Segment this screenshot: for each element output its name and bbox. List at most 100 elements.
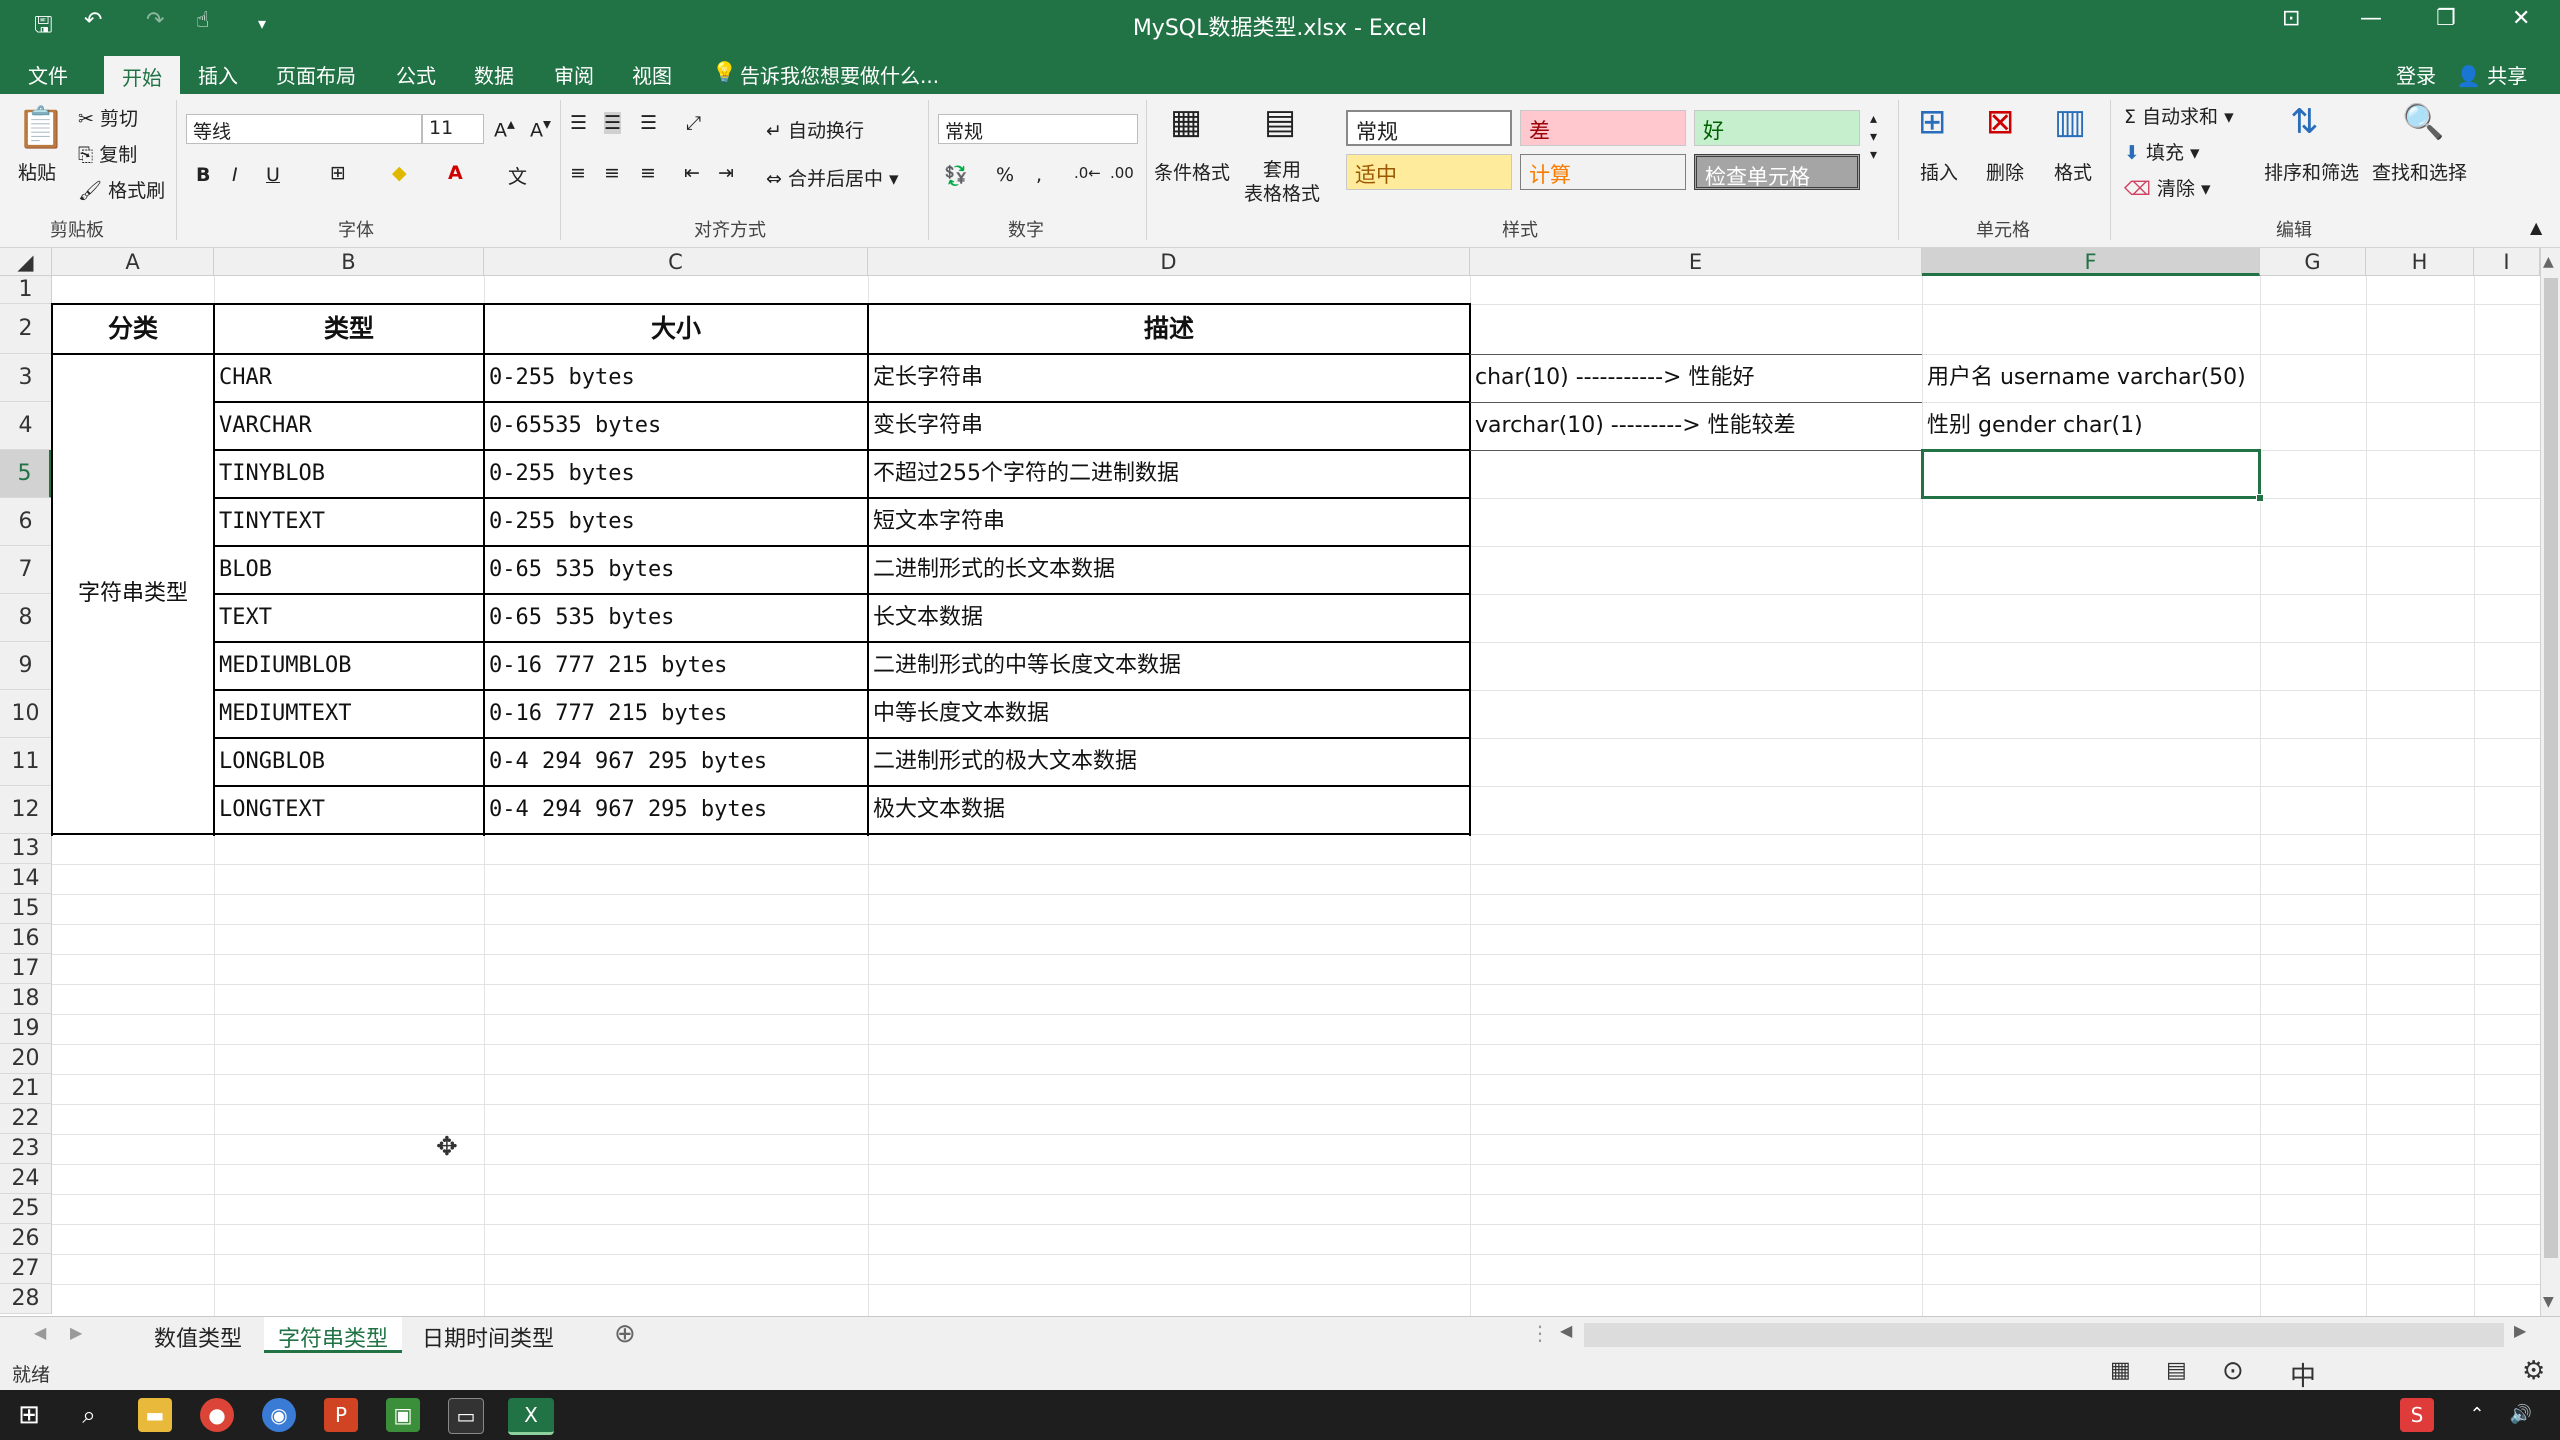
format-painter-button[interactable]: 🖌 格式刷 — [78, 176, 165, 203]
cell-type[interactable]: TINYTEXT — [214, 498, 484, 546]
cell-note-f4[interactable]: 性别 gender char(1) — [1922, 402, 2260, 450]
tell-me-input[interactable]: 告诉我您想要做什么... — [740, 60, 939, 89]
align-top-icon[interactable]: ☰ — [570, 112, 587, 134]
comma-icon[interactable]: , — [1036, 164, 1042, 186]
row-header[interactable]: 17 — [0, 954, 52, 984]
row-header[interactable]: 12 — [0, 786, 52, 834]
increase-decimal-icon[interactable]: .0← — [1074, 164, 1101, 182]
add-sheet-icon[interactable]: ⊕ — [614, 1319, 636, 1349]
chrome-icon[interactable]: ● — [200, 1398, 234, 1432]
align-middle-icon[interactable]: ☰ — [604, 112, 622, 134]
excel-taskbar-icon[interactable]: X — [508, 1398, 554, 1435]
cell-note-e3[interactable]: char(10) -----------> 性能好 — [1470, 354, 1922, 402]
styles-scroll-icon[interactable]: ▴ ▾ ▾ — [1870, 110, 1877, 164]
cell-type[interactable]: LONGBLOB — [214, 738, 484, 786]
cell-description[interactable]: 二进制形式的中等长度文本数据 — [868, 642, 1470, 690]
tab-home[interactable]: 开始 — [104, 56, 180, 94]
horizontal-scrollbar[interactable] — [1584, 1323, 2504, 1347]
find-select-icon[interactable]: 🔍 — [2402, 102, 2444, 142]
cell-note-e4[interactable]: varchar(10) ---------> 性能较差 — [1470, 402, 1922, 450]
font-name-select[interactable]: 等线 — [186, 114, 422, 144]
cell-description[interactable]: 二进制形式的极大文本数据 — [868, 738, 1470, 786]
row-header[interactable]: 11 — [0, 738, 52, 786]
currency-icon[interactable]: 💱 — [944, 164, 968, 187]
fill-handle[interactable] — [2256, 494, 2264, 502]
tab-formulas[interactable]: 公式 — [396, 60, 436, 89]
restore-icon[interactable]: ❐ — [2436, 6, 2456, 31]
next-sheet-icon[interactable]: ▶ — [70, 1323, 82, 1342]
cell-description[interactable]: 定长字符串 — [868, 354, 1470, 402]
insert-cells-icon[interactable]: ⊞ — [1918, 102, 1947, 142]
cell-type[interactable]: TINYBLOB — [214, 450, 484, 498]
row-header[interactable]: 23 — [0, 1134, 52, 1164]
worksheet-grid[interactable]: 分类 类型 大小 描述 CHAR 0-255 bytes 定长字符串 VARCHAR 0-655… — [51, 276, 2540, 1316]
column-header[interactable]: B — [214, 248, 484, 276]
minimize-icon[interactable]: — — [2360, 6, 2382, 31]
style-check-cell[interactable]: 检查单元格 — [1694, 154, 1860, 190]
cell-size[interactable]: 0-65 535 bytes — [484, 594, 868, 642]
cell-note-f3[interactable]: 用户名 username varchar(50) — [1922, 354, 2260, 402]
header-description[interactable]: 描述 — [868, 304, 1470, 354]
tab-view[interactable]: 视图 — [632, 60, 672, 89]
scroll-up-icon[interactable]: ▲ — [2543, 254, 2554, 270]
sort-filter-button[interactable]: 排序和筛选 — [2264, 158, 2359, 185]
ime-icon[interactable]: ⊙ — [2222, 1356, 2244, 1386]
cell-type[interactable]: LONGTEXT — [214, 786, 484, 834]
active-cell-selection[interactable] — [1921, 449, 2261, 499]
copy-button[interactable]: ⎘ 复制 — [78, 140, 137, 167]
increase-indent-icon[interactable]: ⇥ — [718, 162, 734, 184]
cell-size[interactable]: 0-16 777 215 bytes — [484, 690, 868, 738]
cell-description[interactable]: 短文本字符串 — [868, 498, 1470, 546]
format-cells-button[interactable]: 格式 — [2054, 158, 2092, 185]
row-header[interactable]: 28 — [0, 1284, 52, 1314]
row-header[interactable]: 27 — [0, 1254, 52, 1284]
terminal-icon[interactable]: ▭ — [448, 1398, 484, 1434]
column-header[interactable]: I — [2474, 248, 2540, 276]
normal-view-icon[interactable]: ▦ — [2110, 1358, 2131, 1383]
align-center-icon[interactable]: ≡ — [604, 162, 620, 184]
tab-split-icon[interactable]: ⋮ — [1530, 1321, 1550, 1345]
cell-description[interactable]: 极大文本数据 — [868, 786, 1470, 834]
hscroll-right-icon[interactable]: ▶ — [2514, 1321, 2526, 1340]
style-neutral[interactable]: 适中 — [1346, 154, 1512, 190]
cell-type[interactable]: TEXT — [214, 594, 484, 642]
file-explorer-icon[interactable]: ▬ — [138, 1398, 172, 1432]
row-header[interactable]: 18 — [0, 984, 52, 1014]
column-header[interactable]: C — [484, 248, 868, 276]
tab-review[interactable]: 审阅 — [554, 60, 594, 89]
column-header[interactable]: F — [1922, 248, 2260, 276]
row-header[interactable]: 3 — [0, 354, 52, 402]
app-icon[interactable]: ▣ — [386, 1398, 420, 1432]
column-header[interactable]: E — [1470, 248, 1922, 276]
style-good[interactable]: 好 — [1694, 110, 1860, 146]
table-format-icon[interactable]: ▤ — [1264, 102, 1296, 142]
cell-size[interactable]: 0-65 535 bytes — [484, 546, 868, 594]
italic-button[interactable]: I — [232, 164, 238, 186]
paste-button[interactable]: 粘贴 — [18, 158, 56, 185]
row-header[interactable]: 26 — [0, 1224, 52, 1254]
browser-icon[interactable]: ◉ — [262, 1398, 296, 1432]
login-link[interactable]: 登录 — [2396, 60, 2436, 89]
row-header[interactable]: 10 — [0, 690, 52, 738]
bold-button[interactable]: B — [196, 164, 210, 186]
row-header[interactable]: 25 — [0, 1194, 52, 1224]
cell-description[interactable]: 中等长度文本数据 — [868, 690, 1470, 738]
row-header[interactable]: 7 — [0, 546, 52, 594]
page-layout-view-icon[interactable]: ▤ — [2166, 1358, 2187, 1383]
percent-icon[interactable]: % — [996, 164, 1014, 186]
format-cells-icon[interactable]: ▥ — [2054, 102, 2086, 142]
row-header[interactable]: 20 — [0, 1044, 52, 1074]
conditional-format-icon[interactable]: ▦ — [1170, 102, 1202, 142]
orientation-icon[interactable]: ⤢ — [686, 112, 701, 134]
share-button[interactable]: 👤 共享 — [2456, 60, 2527, 89]
cell-description[interactable]: 二进制形式的长文本数据 — [868, 546, 1470, 594]
wrap-text-button[interactable]: ↵ 自动换行 — [766, 116, 864, 143]
cell-type[interactable]: CHAR — [214, 354, 484, 402]
cut-button[interactable]: ✂ 剪切 — [78, 104, 138, 131]
row-header[interactable]: 22 — [0, 1104, 52, 1134]
close-icon[interactable]: ✕ — [2512, 6, 2530, 31]
phonetic-icon[interactable]: 文 — [508, 162, 527, 189]
cell-type[interactable]: MEDIUMTEXT — [214, 690, 484, 738]
cell-size[interactable]: 0-255 bytes — [484, 354, 868, 402]
row-header[interactable]: 2 — [0, 304, 52, 354]
